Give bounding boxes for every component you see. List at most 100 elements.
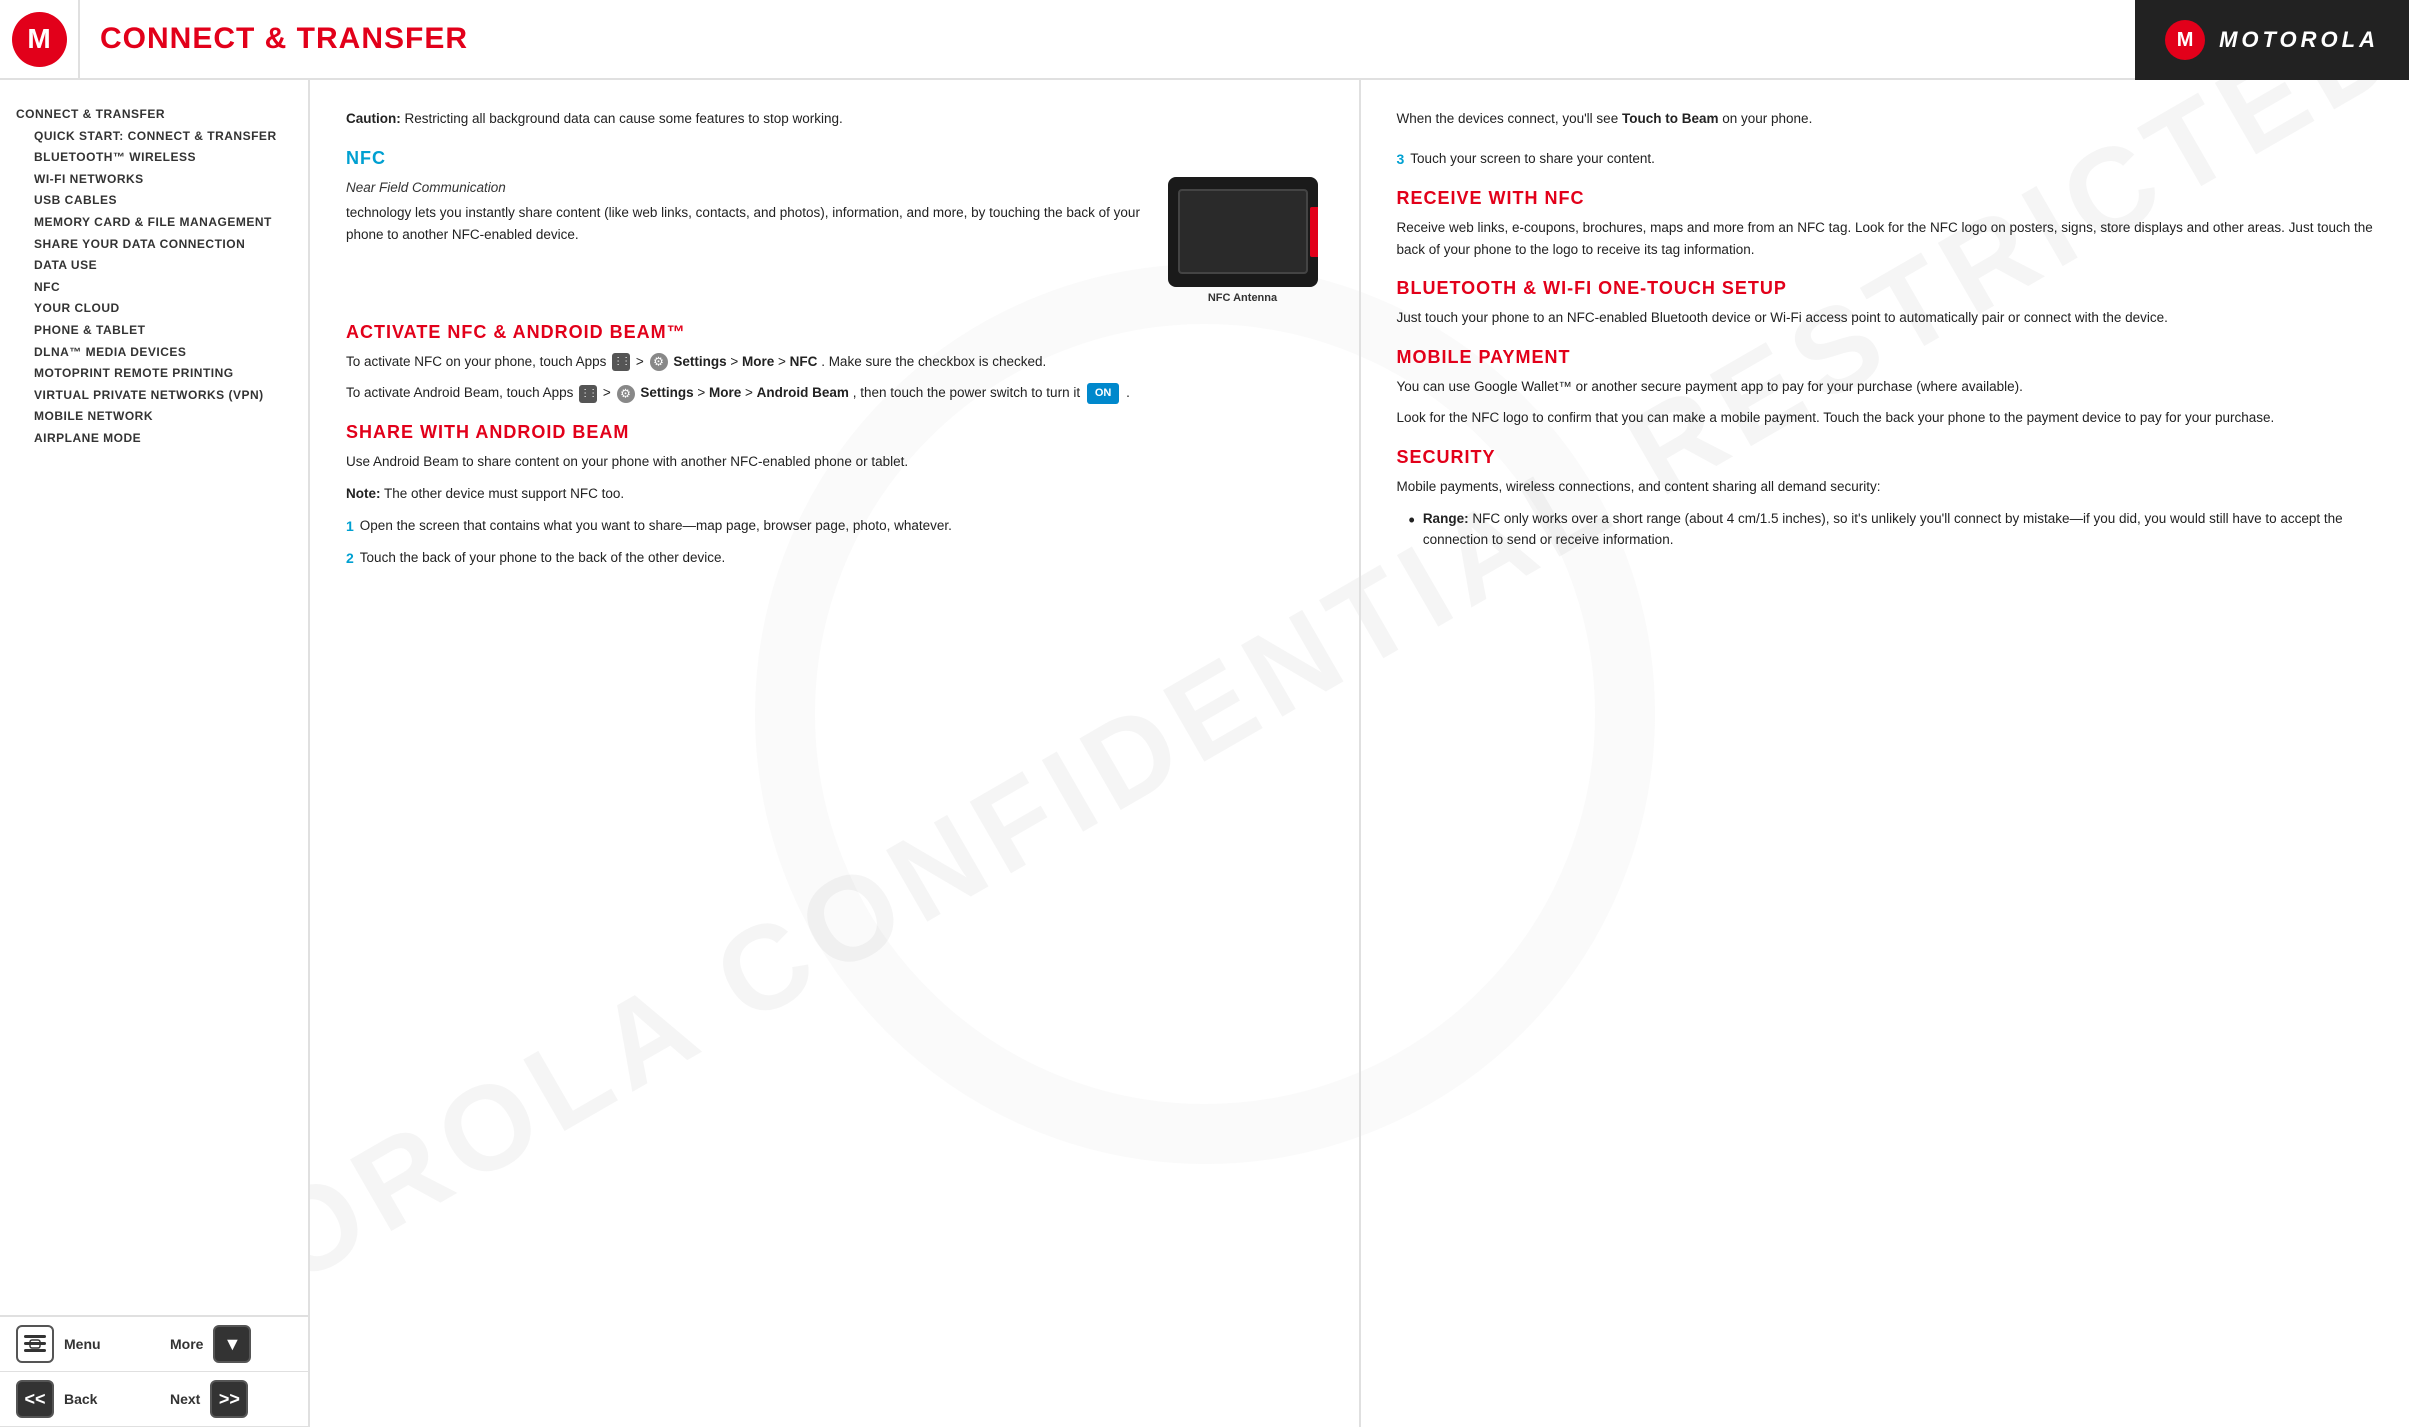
beam-bold: Touch to Beam (1622, 111, 1719, 126)
activate-para2-gt1: > (603, 385, 615, 400)
sidebar-item-airplane[interactable]: AIRPLANE MODE (16, 428, 308, 450)
share-heading: SHARE WITH ANDROID BEAM (346, 422, 1323, 443)
apps-icon (612, 353, 630, 371)
receive-nfc-body: Receive web links, e-coupons, brochures,… (1397, 217, 2374, 260)
beam-prefix: When the devices connect, you'll see (1397, 111, 1619, 126)
activate-para1-prefix: To activate NFC on your phone, touch App… (346, 354, 610, 369)
step-1: 1 Open the screen that contains what you… (346, 515, 1323, 537)
content-right: When the devices connect, you'll see Tou… (1361, 80, 2409, 1427)
share-note: Note: The other device must support NFC … (346, 483, 1323, 505)
step-3-text: Touch your screen to share your content. (1410, 148, 1655, 170)
nfc-device-image (1168, 177, 1318, 287)
nfc-with-image: Near Field Communication technology lets… (346, 177, 1323, 304)
sidebar-item-quick-start[interactable]: QUICK START: CONNECT & TRANSFER (16, 126, 308, 148)
security-section: SECURITY Mobile payments, wireless conne… (1397, 447, 2374, 551)
more-icon: ▼ (213, 1325, 251, 1363)
back-label: Back (64, 1391, 97, 1407)
activate-settings-label: Settings (673, 354, 726, 369)
step-2-text: Touch the back of your phone to the back… (360, 547, 726, 569)
main-layout: CONNECT & TRANSFER QUICK START: CONNECT … (0, 80, 2409, 1427)
share-intro: Use Android Beam to share content on you… (346, 451, 1323, 473)
mobile-payment-para1: You can use Google Wallet™ or another se… (1397, 376, 2374, 398)
sidebar-item-phone-tablet[interactable]: PHONE & TABLET (16, 320, 308, 342)
mobile-payment-section: MOBILE PAYMENT You can use Google Wallet… (1397, 347, 2374, 429)
sidebar-item-mobile-network[interactable]: MOBILE NETWORK (16, 406, 308, 428)
sidebar-nav: CONNECT & TRANSFER QUICK START: CONNECT … (0, 100, 308, 470)
bt-wifi-body: Just touch your phone to an NFC-enabled … (1397, 307, 2374, 329)
step-2: 2 Touch the back of your phone to the ba… (346, 547, 1323, 569)
motorola-logo-icon: M (12, 12, 67, 67)
security-intro: Mobile payments, wireless connections, a… (1397, 476, 2374, 498)
activate-more-2: More (709, 385, 741, 400)
menu-label: Menu (64, 1336, 101, 1352)
content-area: Caution: Restricting all background data… (310, 80, 2409, 1427)
sidebar-item-memory[interactable]: MEMORY CARD & FILE MANAGEMENT (16, 212, 308, 234)
step-3-number: 3 (1397, 148, 1405, 170)
note-label: Note: (346, 486, 381, 501)
nfc-image-caption: NFC Antenna (1208, 292, 1277, 304)
bt-wifi-heading: BLUETOOTH & WI-FI ONE-TOUCH SETUP (1397, 278, 2374, 299)
security-bullet-text: Range: NFC only works over a short range… (1423, 508, 2373, 551)
nfc-image-block: NFC Antenna (1163, 177, 1323, 304)
activate-para1-gt1: > (636, 354, 648, 369)
caution-block: Caution: Restricting all background data… (346, 108, 1323, 130)
more-label: More (170, 1336, 203, 1352)
activate-para2-prefix: To activate Android Beam, touch Apps (346, 385, 577, 400)
activate-para2: To activate Android Beam, touch Apps > S… (346, 382, 1323, 404)
nfc-subtitle: Near Field Communication (346, 177, 1143, 199)
nfc-heading: NFC (346, 148, 1323, 169)
activate-gt2: > (730, 354, 742, 369)
next-button[interactable]: Next >> (154, 1380, 308, 1418)
sidebar-item-share-data[interactable]: SHARE YOUR DATA CONNECTION (16, 234, 308, 256)
sidebar-item-motoprint[interactable]: MOTOPRINT REMOTE PRINTING (16, 363, 308, 385)
next-label: Next (170, 1391, 200, 1407)
next-icon: >> (210, 1380, 248, 1418)
step-1-number: 1 (346, 515, 354, 537)
range-text-content: NFC only works over a short range (about… (1423, 511, 2343, 548)
brand-logo-icon: M (2165, 20, 2205, 60)
security-bullet: • Range: NFC only works over a short ran… (1397, 508, 2374, 551)
beam-suffix-text: on your phone. (1722, 111, 1812, 126)
back-button[interactable]: << Back (0, 1380, 154, 1418)
header-brand: M MOTOROLA (2135, 0, 2409, 80)
nfc-screen (1178, 189, 1308, 274)
caution-text: Restricting all background data can caus… (405, 111, 843, 126)
sidebar-item-vpn[interactable]: VIRTUAL PRIVATE NETWORKS (VPN) (16, 385, 308, 407)
sidebar-item-usb[interactable]: USB CABLES (16, 190, 308, 212)
header-logo: M (0, 0, 80, 79)
sidebar-item-cloud[interactable]: YOUR CLOUD (16, 298, 308, 320)
activate-gt4: > (697, 385, 709, 400)
step-3: 3 Touch your screen to share your conten… (1397, 148, 2374, 170)
activate-gt3: > (778, 354, 790, 369)
nfc-section: NFC Near Field Communication technology … (346, 148, 1323, 304)
mobile-payment-heading: MOBILE PAYMENT (1397, 347, 2374, 368)
settings-icon (650, 353, 668, 371)
bullet-icon: • (1409, 508, 1415, 551)
security-heading: SECURITY (1397, 447, 2374, 468)
share-section: SHARE WITH ANDROID BEAM Use Android Beam… (346, 422, 1323, 569)
activate-para2-suffix: , then touch the power switch to turn it (853, 385, 1084, 400)
footer-row-top: Menu More ▼ (0, 1317, 308, 1372)
nfc-red-bar (1310, 207, 1318, 257)
sidebar-item-wifi[interactable]: WI-FI NETWORKS (16, 169, 308, 191)
nfc-body: technology lets you instantly share cont… (346, 202, 1143, 245)
sidebar-item-nfc[interactable]: NFC (16, 277, 308, 299)
sidebar-item-data-use[interactable]: DATA USE (16, 255, 308, 277)
menu-button[interactable]: Menu (0, 1325, 154, 1363)
activate-period: . (1126, 385, 1130, 400)
note-text-content: The other device must support NFC too. (384, 486, 624, 501)
activate-para1-end: . Make sure the checkbox is checked. (821, 354, 1046, 369)
brand-name: MOTOROLA (2219, 27, 2379, 53)
sidebar-item-bluetooth[interactable]: BLUETOOTH™ WIRELESS (16, 147, 308, 169)
step-2-number: 2 (346, 547, 354, 569)
more-button[interactable]: More ▼ (154, 1325, 308, 1363)
sidebar-item-connect-transfer[interactable]: CONNECT & TRANSFER (16, 104, 308, 126)
settings-icon-2 (617, 385, 635, 403)
menu-icon (16, 1325, 54, 1363)
activate-more-label: More (742, 354, 774, 369)
range-label: Range: (1423, 511, 1469, 526)
activate-settings-label-2: Settings (640, 385, 693, 400)
sidebar-footer: Menu More ▼ << Back Next >> (0, 1315, 308, 1427)
sidebar-item-dlna[interactable]: DLNA™ MEDIA DEVICES (16, 342, 308, 364)
activate-heading: ACTIVATE NFC & ANDROID BEAM™ (346, 322, 1323, 343)
